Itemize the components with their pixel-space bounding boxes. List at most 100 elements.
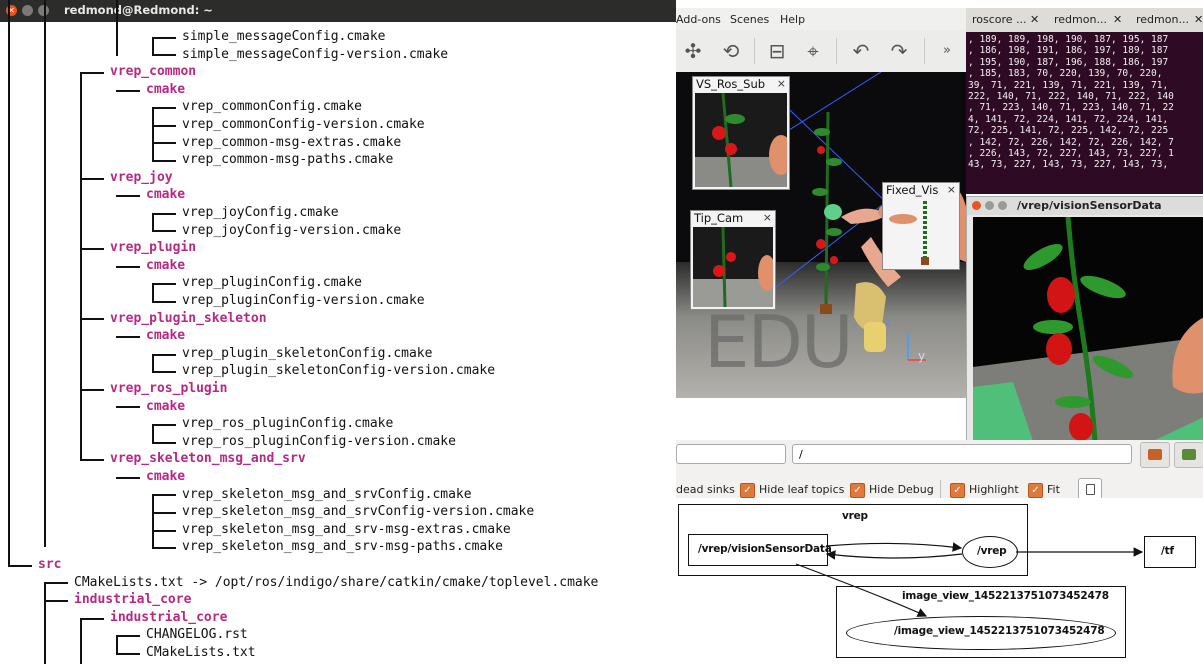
roscore-line: , 195, 190, 187, 196, 188, 186, 197 bbox=[968, 56, 1169, 68]
tree-file: vrep_joyConfig.cmake bbox=[182, 205, 339, 220]
maximize-icon[interactable] bbox=[998, 201, 1007, 210]
tree-directory: cmake bbox=[146, 398, 186, 414]
tree-file: vrep_common-msg-paths.cmake bbox=[182, 152, 394, 168]
edu-watermark: EDU bbox=[704, 300, 854, 384]
checkbox-fit[interactable]: ✓ Fit bbox=[1028, 482, 1060, 498]
camera-view bbox=[885, 199, 957, 267]
rqt-graph-canvas[interactable]: vrep /vrep/visionSensorData /vrep /tf im… bbox=[676, 498, 1203, 664]
tree-directory: vrep_common bbox=[110, 64, 197, 80]
undo-icon[interactable]: ↶ bbox=[848, 38, 874, 64]
tree-file: vrep_plugin_skeletonConfig.cmake bbox=[182, 345, 433, 361]
menu-help[interactable]: Help bbox=[780, 13, 805, 26]
minimize-icon[interactable] bbox=[22, 5, 33, 16]
tree-directory: industrial_core bbox=[110, 609, 228, 625]
roscore-line: , 71, 223, 140, 71, 223, 140, 71, 22 bbox=[968, 102, 1174, 114]
tree-directory: industrial_core bbox=[74, 592, 192, 608]
close-icon[interactable]: ✕ bbox=[1113, 13, 1122, 26]
roscore-line: 72, 225, 141, 72, 225, 142, 72, 225 bbox=[968, 125, 1169, 137]
object-rotate-icon[interactable]: ⟲ bbox=[718, 38, 744, 64]
tree-file: CHANGELOG.rst bbox=[146, 627, 248, 643]
tree-directory: cmake bbox=[146, 187, 186, 203]
image-view-title: /vrep/visionSensorData bbox=[1017, 199, 1162, 212]
tree-directory: vrep_skeleton_msg_and_srv bbox=[110, 451, 306, 467]
check-icon: ✓ bbox=[850, 482, 865, 498]
assemble-icon[interactable]: ⊟ bbox=[764, 38, 790, 64]
checkbox-hide-leaf-topics[interactable]: ✓ Hide leaf topics bbox=[740, 482, 844, 498]
image-view-title-bar[interactable]: /vrep/visionSensorData bbox=[967, 197, 1203, 215]
tree-file: vrep_skeleton_msg_and_srvConfig-version.… bbox=[182, 504, 535, 520]
tree-directory: src bbox=[38, 557, 62, 572]
roscore-output[interactable]: , 189, 189, 198, 190, 187, 195, 187, 186… bbox=[966, 32, 1203, 194]
check-icon: ✓ bbox=[950, 482, 965, 498]
close-icon[interactable]: × bbox=[763, 211, 772, 224]
tab-redmond-1[interactable]: redmon... bbox=[1054, 13, 1107, 26]
save-image-icon[interactable] bbox=[1174, 442, 1203, 468]
terminal-tree-output[interactable]: simple_messageConfig.cmake simple_message… bbox=[0, 0, 676, 664]
close-icon[interactable]: ✕ bbox=[1030, 13, 1039, 26]
tree-file: vrep_skeleton_msg_and_srv-msg-paths.cmak… bbox=[182, 539, 503, 555]
tree-file: simple_messageConfig.cmake bbox=[182, 29, 386, 44]
vrep-toolbar: ✣ ⟲ ⊟ ⌖ ↶ ↷ » bbox=[676, 30, 966, 73]
terminal-window[interactable]: ✕ redmond@Redmond: ~ simple_messageConfi… bbox=[0, 0, 676, 664]
checkbox-hide-debug[interactable]: ✓ Hide Debug bbox=[850, 482, 934, 498]
roscore-line: 4, 141, 72, 224, 141, 72, 224, 141, bbox=[968, 113, 1169, 125]
axis-z-label: z bbox=[885, 315, 891, 329]
close-icon[interactable] bbox=[972, 201, 981, 210]
menu-scenes[interactable]: Scenes bbox=[730, 13, 769, 26]
tree-file: vrep_commonConfig-version.cmake bbox=[182, 117, 425, 132]
camera-view bbox=[693, 227, 773, 307]
terminal-title-bar[interactable]: ✕ redmond@Redmond: ~ bbox=[0, 0, 676, 22]
tree-file: CMakeLists.txt -> /opt/ros/indigo/share/… bbox=[74, 574, 599, 590]
checkbox-highlight[interactable]: ✓ Highlight bbox=[950, 482, 1019, 498]
tree-file: simple_messageConfig-version.cmake bbox=[182, 46, 449, 62]
redo-icon[interactable]: ↷ bbox=[886, 38, 912, 64]
subwindow-tip-cam[interactable]: Tip_Cam × bbox=[690, 210, 776, 310]
tree-file: vrep_common-msg-extras.cmake bbox=[182, 134, 402, 150]
tree-file: vrep_skeleton_msg_and_srv-msg-extras.cma… bbox=[182, 521, 511, 537]
object-shift-icon[interactable]: ✣ bbox=[680, 38, 706, 64]
fit-view-icon[interactable] bbox=[1078, 478, 1102, 500]
tab-roscore[interactable]: roscore ... bbox=[972, 13, 1027, 26]
tree-directory: vrep_ros_plugin bbox=[110, 381, 228, 396]
subwindow-caption: Tip_Cam bbox=[694, 211, 744, 225]
close-icon[interactable]: × bbox=[947, 183, 956, 196]
subwindow-vs-ros-sub[interactable]: VS_Ros_Sub × bbox=[692, 76, 790, 190]
tree-directory: cmake bbox=[146, 328, 186, 344]
node-filter-input[interactable] bbox=[676, 444, 786, 464]
vrep-menu-bar: Add-ons Scenes Help bbox=[676, 8, 966, 30]
roscore-line: , 189, 189, 198, 190, 187, 195, 187 bbox=[968, 34, 1169, 45]
tree-directory: cmake bbox=[146, 257, 186, 273]
tab-redmond-2[interactable]: redmon... bbox=[1136, 13, 1189, 26]
close-icon[interactable]: ✕ bbox=[1194, 13, 1203, 26]
vrep-scene-viewport[interactable]: z y EDU VS_Ros_Sub × Tip_Cam × Fixed_Vis… bbox=[676, 72, 966, 398]
subwindow-fixed-vis[interactable]: Fixed_Vis × bbox=[882, 182, 960, 270]
toolbar-more-icon[interactable]: » bbox=[934, 38, 960, 64]
tree-file: vrep_commonConfig.cmake bbox=[182, 99, 363, 115]
tree-directory: vrep_plugin_skeleton bbox=[110, 310, 267, 326]
close-icon[interactable]: × bbox=[777, 77, 786, 90]
terminal-title: redmond@Redmond: ~ bbox=[64, 3, 213, 17]
tree-file: CMakeLists.txt bbox=[146, 645, 256, 660]
transfer-dna-icon[interactable]: ⌖ bbox=[800, 38, 826, 64]
load-dot-icon[interactable] bbox=[1140, 442, 1170, 468]
check-icon: ✓ bbox=[1028, 482, 1043, 498]
tree-directory: cmake bbox=[146, 81, 186, 97]
roscore-tab-bar: roscore ... ✕ redmon... ✕ redmon... ✕ bbox=[966, 8, 1203, 32]
tree-file: vrep_ros_pluginConfig.cmake bbox=[182, 416, 394, 432]
roscore-line: , 142, 72, 226, 142, 72, 226, 142, 7 bbox=[968, 136, 1174, 148]
minimize-icon[interactable] bbox=[985, 201, 994, 210]
image-view-window[interactable]: /vrep/visionSensorData bbox=[966, 196, 1203, 442]
roscore-line: 222, 140, 71, 222, 140, 71, 222, 140 bbox=[968, 91, 1174, 102]
checkbox-dead-sinks[interactable]: dead sinks bbox=[676, 482, 735, 498]
tree-file: vrep_skeleton_msg_and_srvConfig.cmake bbox=[182, 486, 472, 502]
tree-file: vrep_pluginConfig.cmake bbox=[182, 275, 363, 291]
menu-addons[interactable]: Add-ons bbox=[676, 13, 721, 26]
graph-edges bbox=[795, 542, 1144, 617]
roscore-line: , 186, 198, 191, 186, 197, 189, 187 bbox=[968, 45, 1169, 57]
tree-directory: vrep_joy bbox=[110, 169, 173, 185]
topic-filter-input[interactable]: / bbox=[792, 444, 1132, 464]
tree-directory: vrep_plugin bbox=[110, 240, 197, 256]
axis-y-label: y bbox=[918, 349, 925, 363]
subwindow-caption: VS_Ros_Sub bbox=[696, 77, 766, 91]
roscore-line: 39, 71, 221, 139, 71, 221, 139, 71, bbox=[968, 79, 1169, 91]
